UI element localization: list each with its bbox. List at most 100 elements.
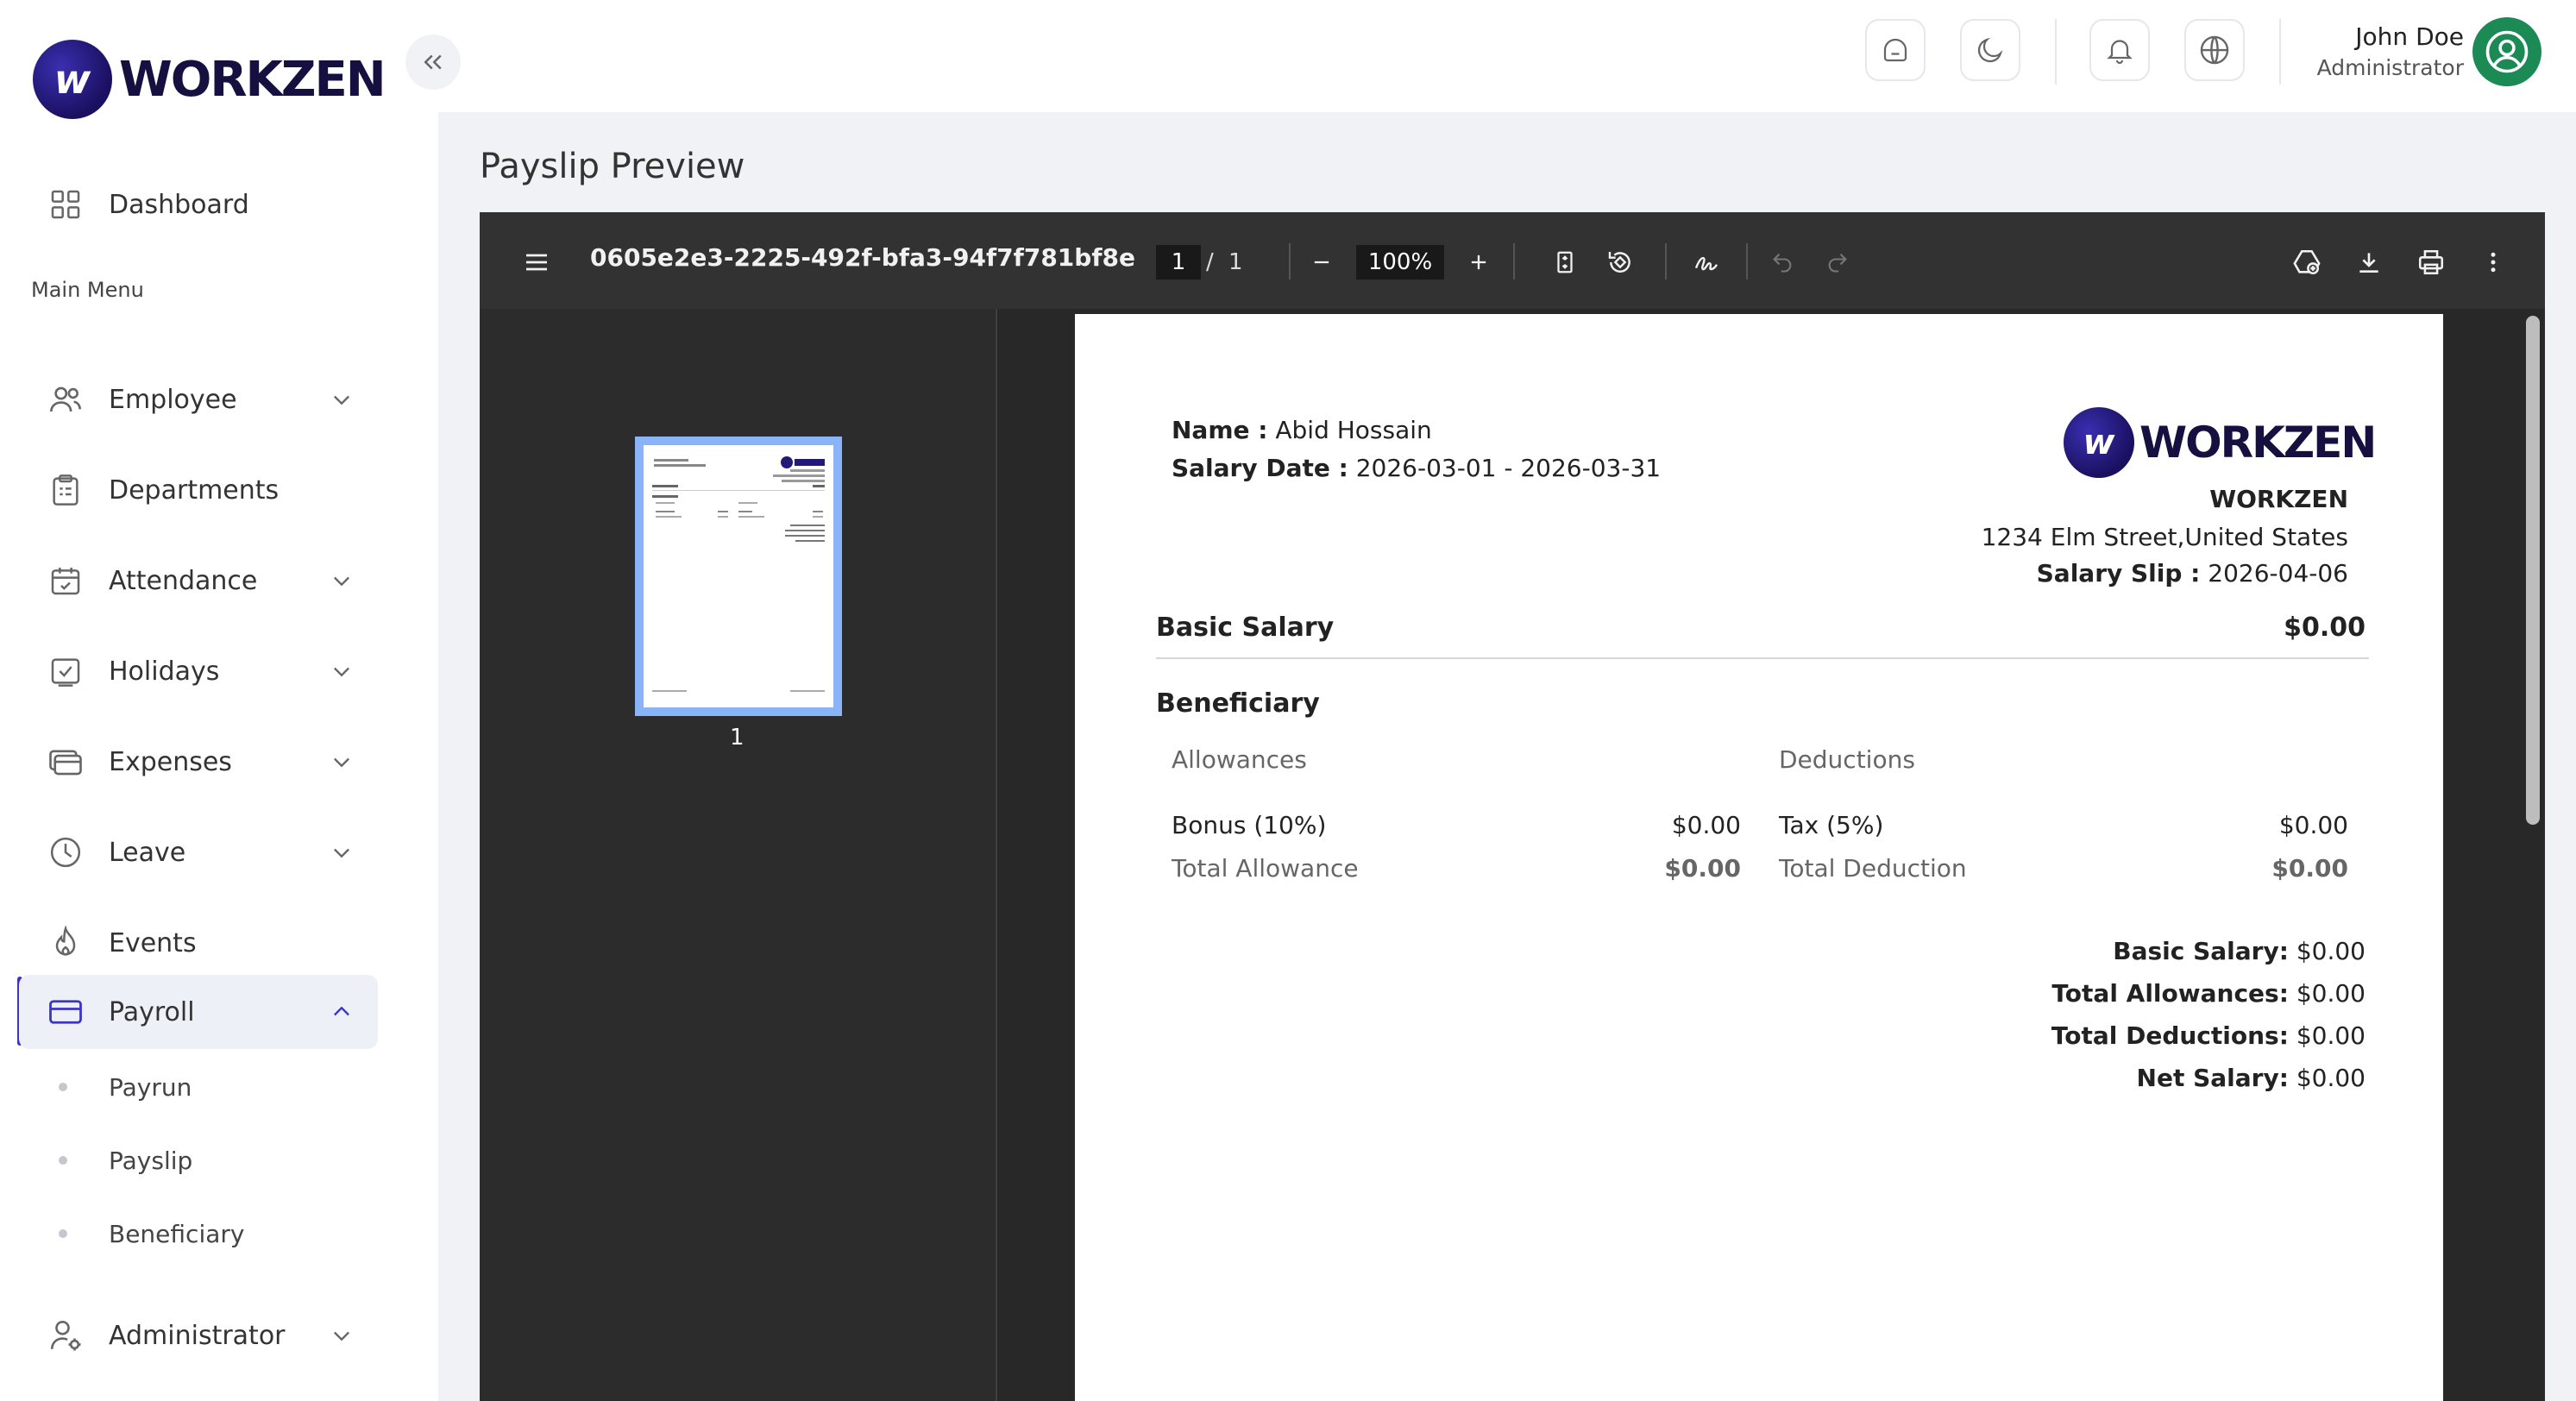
chevron-down-icon: [334, 1331, 349, 1341]
sidebar-item-events[interactable]: Events: [19, 906, 378, 980]
users-icon: [47, 380, 85, 418]
chevron-down-icon: [334, 757, 349, 768]
page-thumbnail[interactable]: [635, 437, 842, 716]
user-gear-icon: [47, 1316, 85, 1354]
allowances-header: Allowances: [1172, 745, 1307, 774]
summary-net-value: $0.00: [2296, 1064, 2366, 1092]
sidebar-item-label: Employee: [109, 384, 237, 415]
summary-allowances-value: $0.00: [2296, 979, 2366, 1008]
salary-date-line: Salary Date : 2026-03-01 - 2026-03-31: [1172, 454, 1661, 482]
user-role: Administrator: [2316, 55, 2464, 80]
more-options-icon[interactable]: [2474, 243, 2512, 281]
allowance-item-value: $0.00: [1671, 811, 1741, 839]
sidebar-item-administrator[interactable]: Administrator: [19, 1298, 378, 1373]
chevrons-left-icon: [424, 54, 442, 70]
page-number-input[interactable]: 1: [1156, 245, 1201, 280]
pdf-page: Name : Abid Hossain Salary Date : 2026-0…: [1075, 314, 2443, 1401]
sidebar-subitem-beneficiary[interactable]: Beneficiary: [59, 1216, 244, 1251]
print-icon[interactable]: [2412, 243, 2450, 281]
page-title: Payslip Preview: [480, 147, 745, 186]
undo-icon[interactable]: [1765, 245, 1800, 280]
language-button[interactable]: [2184, 19, 2245, 81]
sidebar-item-leave[interactable]: Leave: [19, 815, 378, 889]
basic-salary-value: $0.00: [2284, 613, 2366, 643]
pdf-viewer[interactable]: 0605e2e3-2225-492f-bfa3-94f7f781bf8e 1 /…: [480, 212, 2545, 1401]
toolbar-divider: [1746, 243, 1748, 280]
dark-mode-toggle[interactable]: [1960, 19, 2020, 81]
page-separator: /: [1206, 249, 1214, 275]
company-logo: w WORKZEN: [2064, 407, 2377, 478]
salary-date: 2026-03-01 - 2026-03-31: [1355, 454, 1662, 482]
thumbnail-label: 1: [730, 725, 745, 751]
zoom-out-icon[interactable]: [1304, 245, 1339, 280]
pdf-toolbar: 0605e2e3-2225-492f-bfa3-94f7f781bf8e 1 /…: [480, 212, 2545, 309]
total-allowance-label: Total Allowance: [1172, 854, 1359, 883]
chevron-down-icon: [334, 848, 349, 858]
clock-icon: [47, 833, 85, 871]
sidebar-subitem-label: Payslip: [109, 1146, 193, 1175]
avatar[interactable]: [2472, 17, 2541, 86]
notifications-button[interactable]: [2089, 19, 2150, 81]
redo-icon[interactable]: [1820, 245, 1855, 280]
summary-deductions: Total Deductions: $0.00: [2051, 1021, 2366, 1050]
company-name: WORKZEN: [2209, 485, 2348, 513]
sidebar-subitem-payrun[interactable]: Payrun: [59, 1070, 192, 1104]
deduction-item-label: Tax (5%): [1779, 811, 1884, 839]
sidebar-item-label: Holidays: [109, 656, 220, 687]
summary-allowances-label: Total Allowances:: [2051, 979, 2289, 1008]
total-deduction-value: $0.00: [2271, 854, 2348, 883]
sidebar-item-employee[interactable]: Employee: [19, 362, 378, 437]
globe-icon: [2200, 35, 2229, 65]
credit-card-icon: [47, 993, 85, 1031]
sidebar-item-label: Administrator: [109, 1320, 286, 1351]
user-name[interactable]: John Doe: [2355, 22, 2464, 51]
app-logo[interactable]: w WORKZEN: [33, 40, 386, 119]
section-title-main-menu: Main Menu: [31, 278, 144, 302]
fit-page-icon[interactable]: [1546, 243, 1584, 281]
topbar-divider: [2055, 19, 2057, 85]
sidebar-item-expenses[interactable]: Expenses: [19, 725, 378, 799]
deduction-item-value: $0.00: [2278, 811, 2348, 839]
collapse-sidebar-button[interactable]: [405, 35, 461, 90]
chevron-down-icon: [334, 667, 349, 677]
logo-text: WORKZEN: [119, 51, 386, 108]
annotate-icon[interactable]: [1687, 243, 1725, 281]
employee-name-label: Name :: [1172, 416, 1268, 444]
chevron-down-icon: [334, 576, 349, 587]
summary-allowances: Total Allowances: $0.00: [2051, 979, 2366, 1008]
calendar-tick-icon: [47, 652, 85, 690]
sidebar: w WORKZEN Dashboard Main Menu Employee D…: [0, 0, 438, 1401]
download-icon[interactable]: [2350, 243, 2388, 281]
sidebar-item-dashboard[interactable]: Dashboard: [19, 167, 378, 242]
thumbnail-preview-icon: [644, 445, 833, 707]
rotate-icon[interactable]: [1601, 243, 1639, 281]
sidebar-item-departments[interactable]: Departments: [19, 453, 378, 527]
sidebar-subitem-payslip[interactable]: Payslip: [59, 1143, 192, 1178]
sidebar-item-holidays[interactable]: Holidays: [19, 634, 378, 708]
zoom-in-icon[interactable]: [1461, 245, 1496, 280]
flame-icon: [47, 924, 85, 962]
bullet-icon: [59, 1156, 67, 1165]
bell-icon: [2107, 40, 2133, 65]
sidebar-item-label: Expenses: [109, 746, 232, 777]
logo-mark-icon: w: [33, 40, 112, 119]
menu-icon[interactable]: [518, 243, 556, 281]
sidebar-item-payroll[interactable]: Payroll: [19, 975, 378, 1049]
scrollbar-thumb[interactable]: [2526, 316, 2540, 825]
sidebar-item-attendance[interactable]: Attendance: [19, 543, 378, 618]
summary-net: Net Salary: $0.00: [2137, 1064, 2366, 1092]
chevron-down-icon: [334, 395, 349, 405]
chat-button[interactable]: [1865, 19, 1926, 81]
salary-date-label: Salary Date :: [1172, 454, 1348, 482]
sidebar-item-label: Payroll: [109, 996, 195, 1027]
toolbar-divider: [1665, 243, 1667, 280]
salary-slip-label: Salary Slip :: [2036, 559, 2201, 587]
pdf-scrollbar[interactable]: [2521, 309, 2545, 1401]
save-to-drive-icon[interactable]: [2288, 243, 2326, 281]
bullet-icon: [59, 1229, 67, 1238]
zoom-input[interactable]: 100%: [1356, 245, 1444, 280]
cards-icon: [47, 743, 85, 781]
page-total: 1: [1228, 249, 1243, 275]
company-logo-text: WORKZEN: [2139, 418, 2377, 468]
bullet-icon: [59, 1083, 67, 1091]
